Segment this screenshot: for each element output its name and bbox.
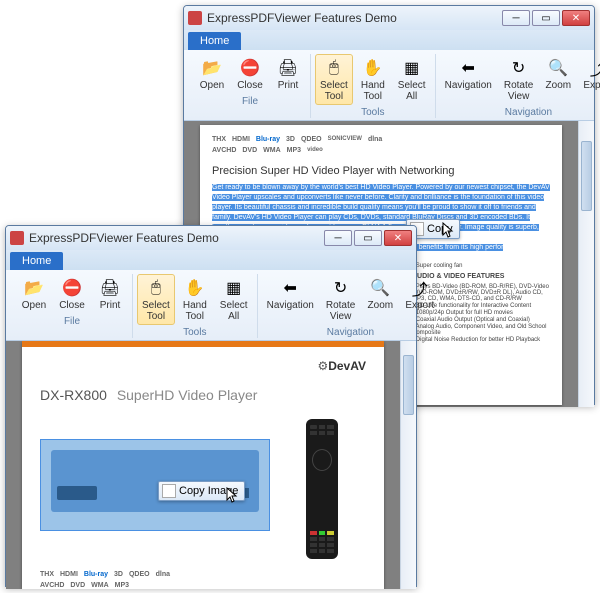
folder-open-icon: 📂 xyxy=(201,57,223,79)
navigation-button[interactable]: ⬅Navigation xyxy=(440,54,497,105)
select-all-button[interactable]: ▦Select All xyxy=(215,274,253,325)
brand-logo: ⚙DevAV xyxy=(40,359,366,373)
zoom-button[interactable]: 🔍Zoom xyxy=(362,274,398,325)
close-button[interactable]: ✕ xyxy=(562,10,590,26)
maximize-button[interactable]: ▭ xyxy=(532,10,560,26)
window-title: ExpressPDFViewer Features Demo xyxy=(29,231,324,245)
window-front: ExpressPDFViewer Features Demo ─ ▭ ✕ Hom… xyxy=(5,225,417,587)
document-viewport-front[interactable]: ⚙DevAV DX-RX800 SuperHD Video Player xyxy=(6,341,416,589)
remote-image xyxy=(306,419,338,559)
ribbon-tabs: Home xyxy=(6,250,416,270)
zoom-icon: 🔍 xyxy=(547,57,569,79)
scrollbar-thumb[interactable] xyxy=(581,141,592,211)
rotate-icon: ↻ xyxy=(330,277,352,299)
group-label-file: File xyxy=(242,96,258,107)
cursor-icon: 🖱 xyxy=(145,277,167,299)
ribbon: 📂Open ⛔Close 🖨Print File 🖱Select Tool ✋H… xyxy=(6,270,416,341)
app-icon xyxy=(188,11,202,25)
cursor-icon: 🖱 xyxy=(323,57,345,79)
navigation-button[interactable]: ⬅Navigation xyxy=(262,274,319,325)
ribbon-group-nav: ⬅Navigation ↻Rotate View 🔍Zoom ⤴Export N… xyxy=(436,54,600,118)
select-all-icon: ▦ xyxy=(401,57,423,79)
printer-icon: 🖨 xyxy=(99,277,121,299)
export-icon: ⤴ xyxy=(587,57,600,79)
minimize-button[interactable]: ─ xyxy=(502,10,530,26)
open-button[interactable]: 📂Open xyxy=(194,54,230,94)
close-doc-button[interactable]: ⛔Close xyxy=(54,274,90,314)
tab-home[interactable]: Home xyxy=(188,32,241,50)
pdf-page: ⚙DevAV DX-RX800 SuperHD Video Player xyxy=(22,341,384,589)
open-button[interactable]: 📂Open xyxy=(16,274,52,314)
select-all-button[interactable]: ▦Select All xyxy=(393,54,431,105)
group-label-tools: Tools xyxy=(361,107,384,118)
model-number: DX-RX800 xyxy=(40,387,107,403)
hand-icon: ✋ xyxy=(184,277,206,299)
vertical-scrollbar[interactable] xyxy=(578,121,594,407)
close-button[interactable]: ✕ xyxy=(384,230,412,246)
ribbon-tabs: Home xyxy=(184,30,594,50)
export-button[interactable]: ⤴Export xyxy=(578,54,600,105)
print-button[interactable]: 🖨Print xyxy=(92,274,128,314)
doc-heading: Precision Super HD Video Player with Net… xyxy=(212,165,550,177)
export-button[interactable]: ⤴Export xyxy=(400,274,439,325)
copy-image-label: Copy Image xyxy=(179,485,238,497)
zoom-button[interactable]: 🔍Zoom xyxy=(540,54,576,105)
titlebar[interactable]: ExpressPDFViewer Features Demo ─ ▭ ✕ xyxy=(6,226,416,250)
titlebar[interactable]: ExpressPDFViewer Features Demo ─ ▭ ✕ xyxy=(184,6,594,30)
navigation-icon: ⬅ xyxy=(457,57,479,79)
maximize-button[interactable]: ▭ xyxy=(354,230,382,246)
rotate-icon: ↻ xyxy=(508,57,530,79)
copy-image-icon xyxy=(162,484,176,498)
rotate-view-button[interactable]: ↻Rotate View xyxy=(321,274,360,325)
ribbon: 📂Open ⛔Close 🖨Print File 🖱Select Tool ✋H… xyxy=(184,50,594,121)
ribbon-group-file: 📂Open ⛔Close 🖨Print File xyxy=(190,54,311,118)
window-title: ExpressPDFViewer Features Demo xyxy=(207,11,502,25)
feature-item: Super cooling fan xyxy=(416,263,463,269)
select-all-icon: ▦ xyxy=(223,277,245,299)
tab-home[interactable]: Home xyxy=(10,252,63,270)
zoom-icon: 🔍 xyxy=(369,277,391,299)
export-icon: ⤴ xyxy=(409,277,431,299)
folder-open-icon: 📂 xyxy=(23,277,45,299)
minimize-button[interactable]: ─ xyxy=(324,230,352,246)
group-label-nav: Navigation xyxy=(505,107,552,118)
copy-label: Copy xyxy=(427,223,453,235)
hand-icon: ✋ xyxy=(362,57,384,79)
select-tool-button[interactable]: 🖱Select Tool xyxy=(137,274,175,325)
copy-image-popup[interactable]: Copy Image xyxy=(158,481,245,501)
close-doc-icon: ⛔ xyxy=(61,277,83,299)
ribbon-group-tools: 🖱Select Tool ✋Hand Tool ▦Select All Tool… xyxy=(311,54,436,118)
navigation-icon: ⬅ xyxy=(279,277,301,299)
printer-icon: 🖨 xyxy=(277,57,299,79)
close-doc-icon: ⛔ xyxy=(239,57,261,79)
select-tool-button[interactable]: 🖱Select Tool xyxy=(315,54,353,105)
hand-tool-button[interactable]: ✋Hand Tool xyxy=(177,274,213,325)
scrollbar-thumb[interactable] xyxy=(403,355,414,415)
rotate-view-button[interactable]: ↻Rotate View xyxy=(499,54,538,105)
app-icon xyxy=(10,231,24,245)
model-subtitle: SuperHD Video Player xyxy=(117,387,258,403)
print-button[interactable]: 🖨Print xyxy=(270,54,306,94)
hand-tool-button[interactable]: ✋Hand Tool xyxy=(355,54,391,105)
close-doc-button[interactable]: ⛔Close xyxy=(232,54,268,94)
vertical-scrollbar[interactable] xyxy=(400,341,416,589)
